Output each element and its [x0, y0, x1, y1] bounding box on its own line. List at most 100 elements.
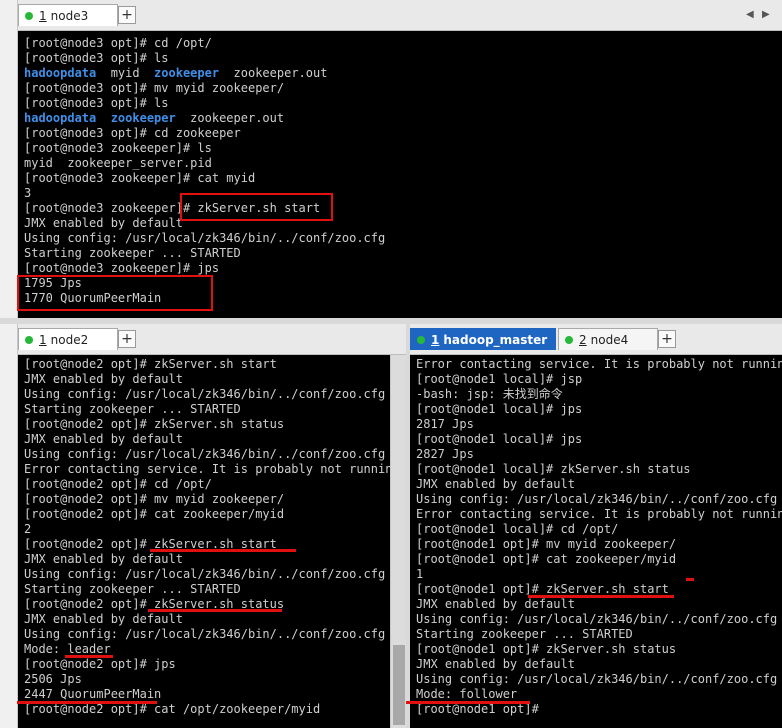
- terminal-line: JMX enabled by default: [18, 216, 782, 231]
- terminal-line: [root@node1 local]# jps: [410, 402, 782, 417]
- connected-status-icon: [25, 335, 33, 344]
- left-tab-bar: 1 node2 +: [18, 324, 406, 355]
- terminal-node2[interactable]: [root@node2 opt]# zkServer.sh start JMX e…: [18, 355, 390, 728]
- terminal-line: [root@node1 local]# cd /opt/: [410, 522, 782, 537]
- terminal-text: 2506 Jps: [24, 672, 82, 686]
- terminal-text: [root@node3 zookeeper]# zkServer.sh star…: [24, 201, 321, 215]
- terminal-text: JMX enabled by default: [24, 612, 183, 626]
- new-tab-button[interactable]: +: [118, 330, 136, 348]
- terminal-node3[interactable]: [root@node3 opt]# cd /opt/[root@node3 op…: [18, 31, 782, 318]
- terminal-text: [root@node3 opt]# ls: [24, 51, 169, 65]
- tab-index: 1: [39, 332, 47, 347]
- terminal-text: [root@node2 opt]# cat /opt/zookeeper/myi…: [24, 702, 321, 716]
- terminal-line: Starting zookeeper ... STARTED: [18, 246, 782, 261]
- terminal-line: [root@node1 opt]# cat zookeeper/myid: [410, 552, 782, 567]
- terminal-line: [root@node1 opt]#: [410, 702, 782, 717]
- terminal-text: Starting zookeeper ... STARTED: [416, 627, 633, 641]
- terminal-text: [root@node3 opt]# mv myid zookeeper/: [24, 81, 285, 95]
- new-tab-button[interactable]: +: [658, 330, 676, 348]
- connected-status-icon: [565, 335, 573, 344]
- tab-label: node3: [50, 8, 89, 23]
- terminal-line: Error contacting service. It is probably…: [410, 357, 782, 372]
- terminal-line: 1795 Jps: [18, 276, 782, 291]
- directory-name: hadoopdata: [24, 111, 97, 125]
- tab-hadoop-master[interactable]: 1 hadoop_master: [410, 328, 556, 350]
- terminal-text: [root@node2 opt]# mv myid zookeeper/: [24, 492, 285, 506]
- terminal-text: Using config: /usr/local/zk346/bin/../co…: [24, 387, 386, 401]
- top-session-pane: 1 node3 + ◀ ▶ [root@node3 opt]# cd /opt/…: [18, 0, 782, 318]
- tab-node4[interactable]: 2 node4: [558, 328, 658, 350]
- terminal-line: JMX enabled by default: [410, 477, 782, 492]
- terminal-text: [root@node1 opt]#: [416, 702, 539, 716]
- terminal-text: zookeeper.out: [219, 66, 328, 80]
- terminal-text: JMX enabled by default: [416, 477, 575, 491]
- terminal-text: zookeeper.out: [175, 111, 285, 125]
- tab-label: node4: [590, 332, 629, 347]
- terminal-line: Using config: /usr/local/zk346/bin/../co…: [18, 387, 390, 402]
- terminal-text: Using config: /usr/local/zk346/bin/../co…: [416, 612, 778, 626]
- terminal-text: JMX enabled by default: [24, 552, 183, 566]
- terminal-line: Starting zookeeper ... STARTED: [18, 402, 390, 417]
- terminal-line: Error contacting service. It is probably…: [410, 507, 782, 522]
- terminal-output: Error contacting service. It is probably…: [410, 357, 782, 717]
- terminal-text: Error contacting service. It is probably…: [416, 507, 782, 521]
- terminal-text: -bash: jsp: 未找到命令: [416, 387, 563, 401]
- tab-index: 2: [579, 332, 587, 347]
- tab-node2[interactable]: 1 node2: [18, 328, 118, 350]
- terminal-text: myid: [96, 66, 155, 80]
- connected-status-icon: [417, 335, 425, 344]
- terminal-output: [root@node3 opt]# cd /opt/[root@node3 op…: [18, 36, 782, 306]
- right-session-pane: 1 hadoop_master 2 node4 + Error contacti…: [410, 324, 782, 728]
- directory-name: zookeeper: [154, 66, 220, 80]
- terminal-line: Starting zookeeper ... STARTED: [410, 627, 782, 642]
- terminal-line: hadoopdata zookeeper zookeeper.out: [18, 111, 782, 126]
- terminal-line: hadoopdata myid zookeeper zookeeper.out: [18, 66, 782, 81]
- tab-node3[interactable]: 1 node3: [18, 4, 118, 26]
- terminal-text: 1770 QuorumPeerMain: [24, 291, 162, 305]
- terminal-line: [root@node3 opt]# ls: [18, 51, 782, 66]
- terminal-hadoop-master[interactable]: Error contacting service. It is probably…: [410, 355, 782, 728]
- terminal-text: [root@node1 local]# jps: [416, 402, 583, 416]
- terminal-line: [root@node1 opt]# zkServer.sh status: [410, 642, 782, 657]
- terminal-line: [root@node2 opt]# cd /opt/: [18, 477, 390, 492]
- terminal-line: [root@node3 zookeeper]# jps: [18, 261, 782, 276]
- terminal-text: [root@node2 opt]# jps: [24, 657, 176, 671]
- terminal-line: [root@node1 local]# jps: [410, 432, 782, 447]
- terminal-line: [root@node2 opt]# mv myid zookeeper/: [18, 492, 390, 507]
- terminal-line: [root@node3 opt]# mv myid zookeeper/: [18, 81, 782, 96]
- tab-scroll-right-icon[interactable]: ▶: [762, 9, 770, 20]
- terminal-line: JMX enabled by default: [18, 552, 390, 567]
- connected-status-icon: [25, 11, 33, 20]
- left-sidebar-strip-bottom: [0, 324, 18, 728]
- terminal-line: [root@node2 opt]# zkServer.sh status: [18, 417, 390, 432]
- new-tab-button[interactable]: +: [118, 6, 136, 24]
- terminal-line: [root@node3 zookeeper]# zkServer.sh star…: [18, 201, 782, 216]
- tab-label: node2: [50, 332, 89, 347]
- terminal-text: Starting zookeeper ... STARTED: [24, 402, 241, 416]
- terminal-text: Mode: leader: [24, 642, 111, 656]
- terminal-line: [root@node3 zookeeper]# ls: [18, 141, 782, 156]
- tab-scroll-left-icon[interactable]: ◀: [746, 9, 754, 20]
- terminal-scrollbar[interactable]: [390, 355, 406, 728]
- terminal-text: JMX enabled by default: [24, 432, 183, 446]
- terminal-text: [root@node3 zookeeper]# cat myid: [24, 171, 256, 185]
- terminal-line: 2817 Jps: [410, 417, 782, 432]
- terminal-line: 2506 Jps: [18, 672, 390, 687]
- terminal-line: myid zookeeper_server.pid: [18, 156, 782, 171]
- terminal-line: [root@node1 opt]# mv myid zookeeper/: [410, 537, 782, 552]
- terminal-text: [root@node1 opt]# zkServer.sh status: [416, 642, 677, 656]
- terminal-line: 3: [18, 186, 782, 201]
- directory-name: zookeeper: [110, 111, 176, 125]
- terminal-text: [root@node1 local]# jps: [416, 432, 583, 446]
- terminal-line: [root@node2 opt]# zkServer.sh start: [18, 357, 390, 372]
- terminal-line: [root@node3 opt]# cd zookeeper: [18, 126, 782, 141]
- scrollbar-thumb[interactable]: [393, 645, 405, 725]
- terminal-text: Using config: /usr/local/zk346/bin/../co…: [416, 492, 778, 506]
- terminal-text: [root@node3 zookeeper]# jps: [24, 261, 220, 275]
- terminal-text: 2: [24, 522, 32, 536]
- terminal-text: Using config: /usr/local/zk346/bin/../co…: [24, 567, 386, 581]
- terminal-line: JMX enabled by default: [18, 372, 390, 387]
- terminal-text: JMX enabled by default: [24, 372, 183, 386]
- terminal-line: JMX enabled by default: [18, 432, 390, 447]
